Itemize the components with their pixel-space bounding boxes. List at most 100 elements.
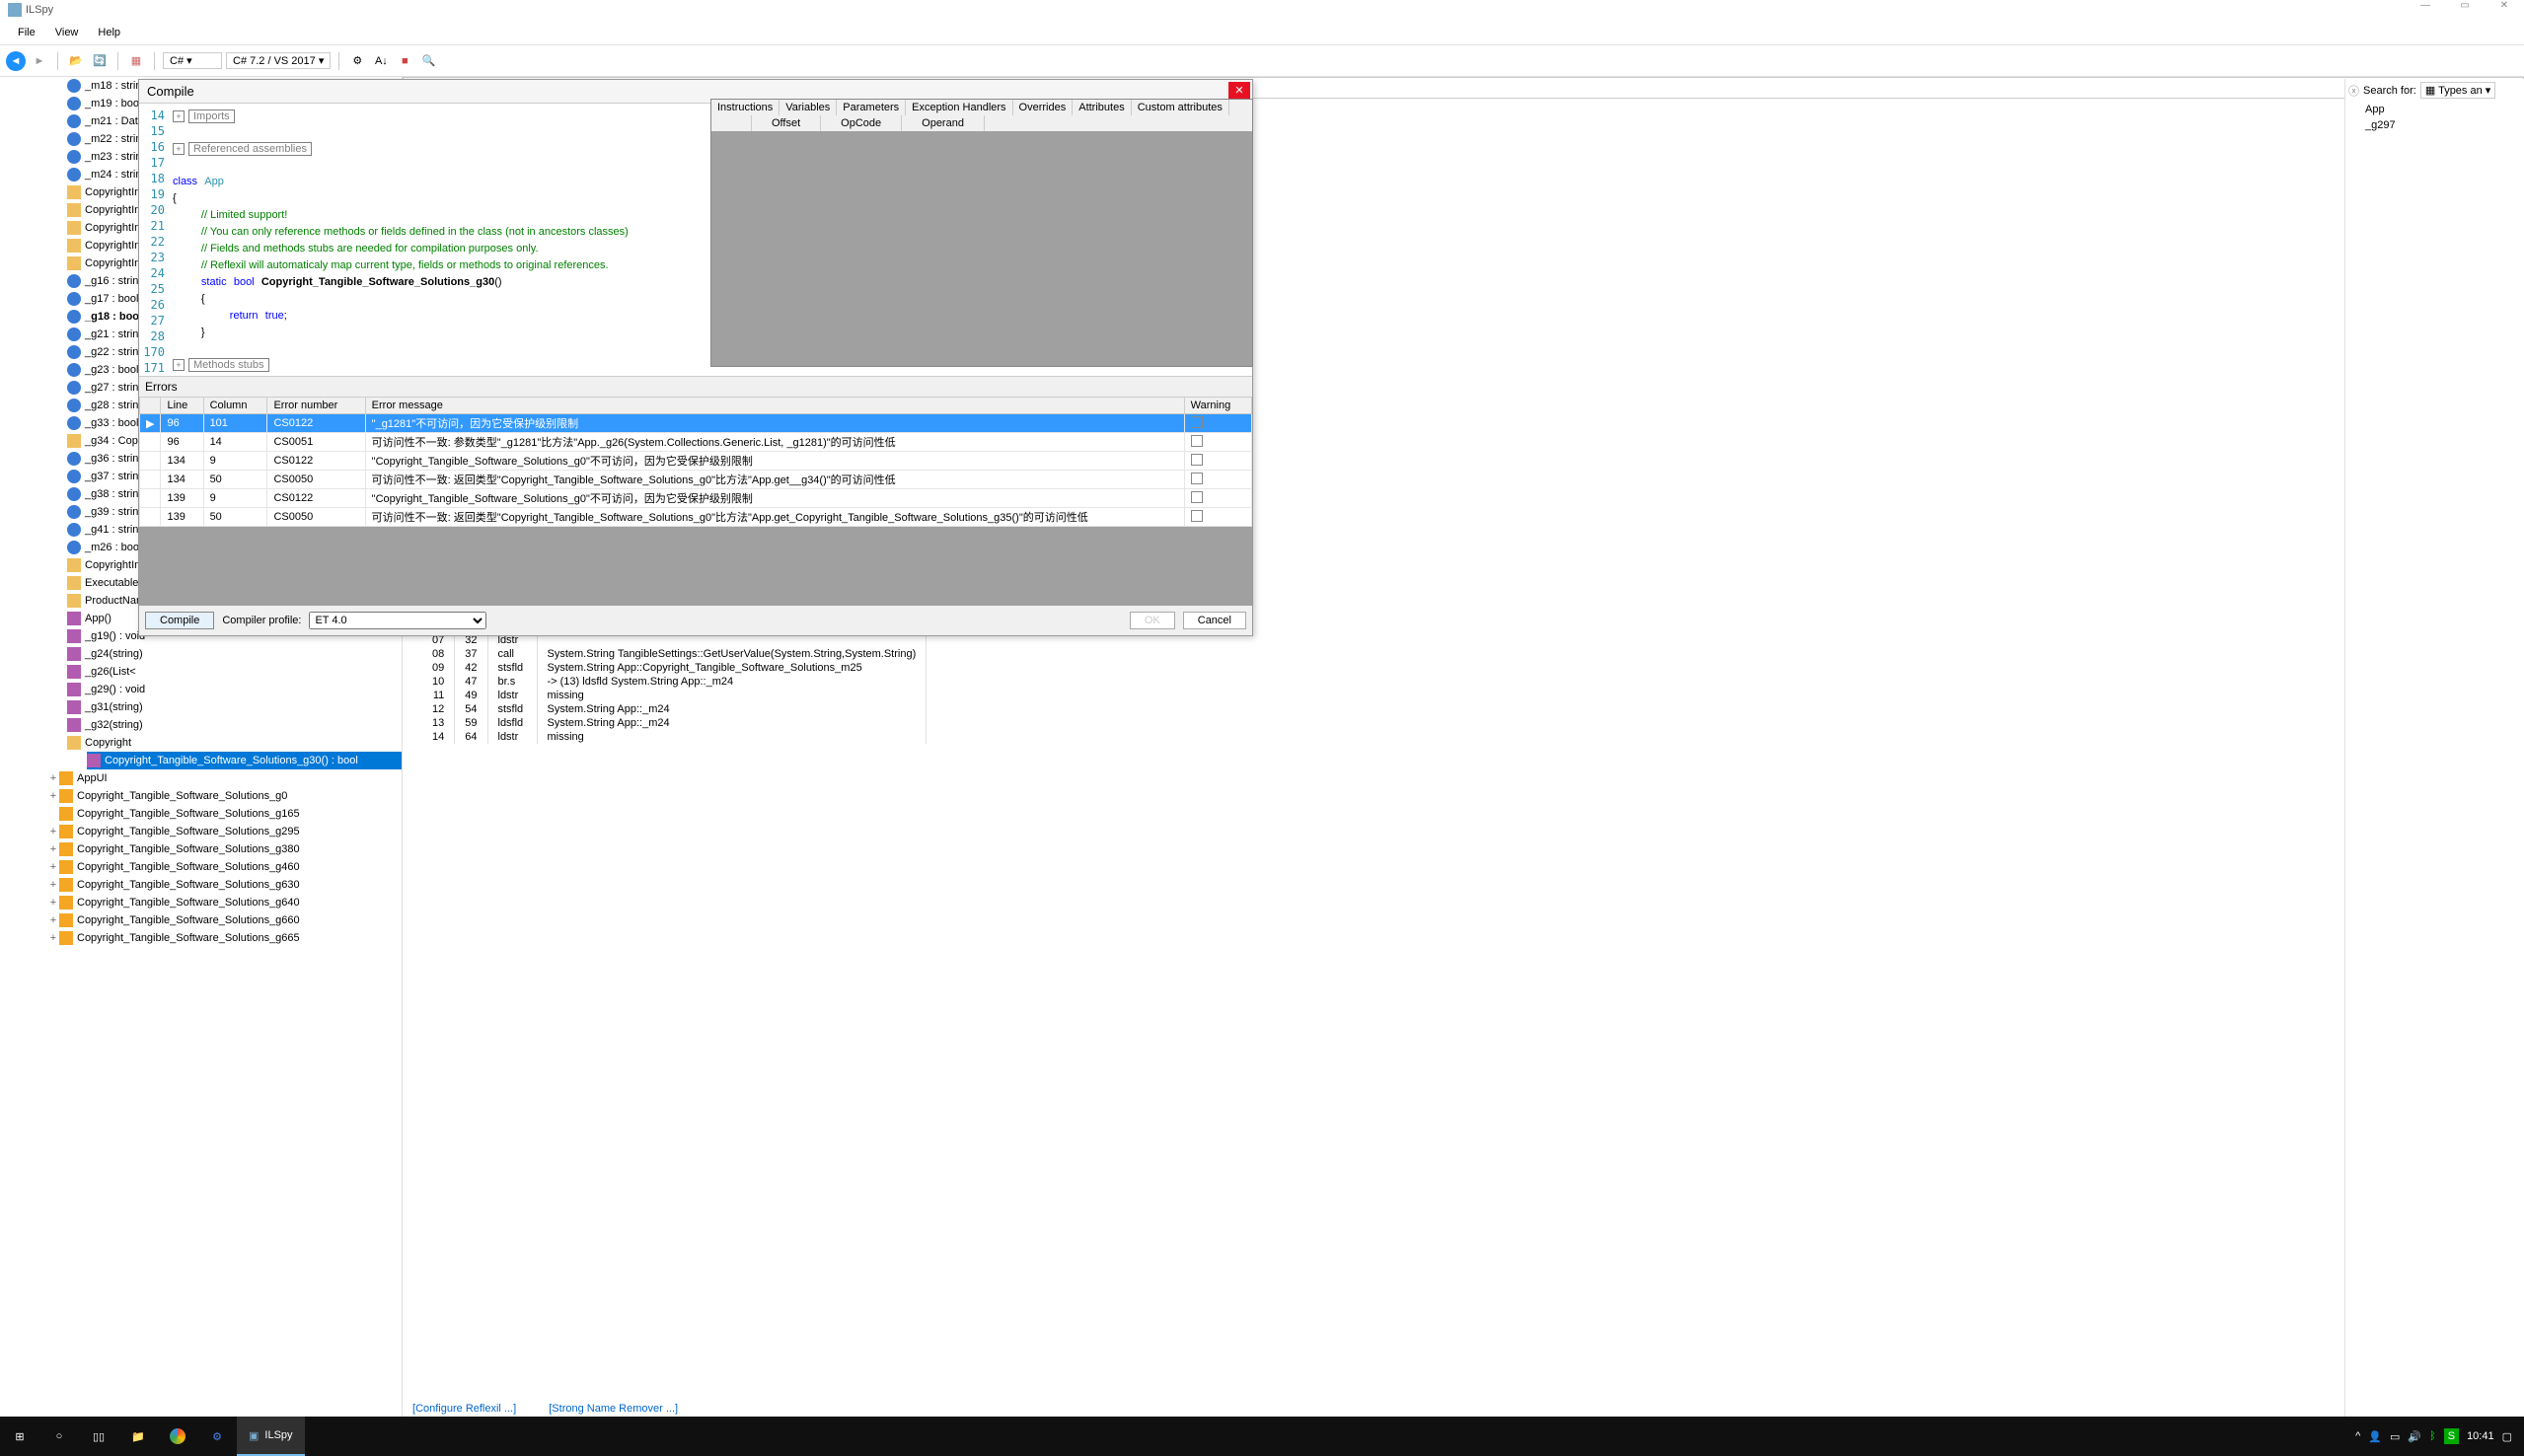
volume-icon[interactable]: 🔊 bbox=[2408, 1430, 2421, 1443]
warning-checkbox[interactable] bbox=[1191, 454, 1203, 466]
warning-checkbox[interactable] bbox=[1191, 491, 1203, 503]
refresh-icon[interactable]: 🔄 bbox=[90, 51, 110, 71]
tray-up-icon[interactable]: ^ bbox=[2355, 1430, 2360, 1442]
open-icon[interactable]: 📂 bbox=[66, 51, 86, 71]
assembly-icon[interactable]: ▦ bbox=[126, 51, 146, 71]
tree-item[interactable]: +Copyright_Tangible_Software_Solutions_g… bbox=[47, 787, 402, 805]
chrome-icon[interactable] bbox=[158, 1417, 197, 1456]
expander-icon[interactable]: + bbox=[47, 911, 59, 929]
expander-icon[interactable]: + bbox=[47, 840, 59, 858]
disasm-row[interactable]: 0837callSystem.String TangibleSettings::… bbox=[403, 647, 927, 661]
tree-item[interactable]: Copyright bbox=[67, 734, 402, 752]
disasm-row[interactable]: 0942stsfldSystem.String App::Copyright_T… bbox=[403, 661, 927, 675]
expander-icon[interactable]: + bbox=[47, 858, 59, 876]
collapse-imports-icon[interactable]: + bbox=[173, 110, 185, 122]
start-button[interactable]: ⊞ bbox=[0, 1417, 39, 1456]
back-button[interactable]: ◄ bbox=[6, 51, 26, 71]
il-tab[interactable]: Overrides bbox=[1013, 100, 1074, 115]
il-tab[interactable]: Instructions bbox=[711, 100, 779, 115]
search-result-item[interactable]: App bbox=[2345, 102, 2524, 117]
expander-icon[interactable]: + bbox=[47, 876, 59, 894]
forward-button[interactable]: ► bbox=[30, 51, 49, 71]
tree-item[interactable]: +Copyright_Tangible_Software_Solutions_g… bbox=[47, 911, 402, 929]
settings-icon[interactable]: ⚙ bbox=[197, 1417, 237, 1456]
expander-icon[interactable]: + bbox=[47, 929, 59, 947]
menu-view[interactable]: View bbox=[45, 24, 89, 41]
strong-name-remover-link[interactable]: Strong Name Remover ... bbox=[549, 1403, 678, 1415]
tree-item[interactable]: +Copyright_Tangible_Software_Solutions_g… bbox=[47, 823, 402, 840]
expander-icon[interactable]: + bbox=[47, 787, 59, 805]
collapse-references-icon[interactable]: + bbox=[173, 143, 185, 155]
warning-checkbox[interactable] bbox=[1191, 435, 1203, 447]
close-search-icon[interactable]: ⓧ bbox=[2348, 83, 2359, 99]
il-tab[interactable]: Custom attributes bbox=[1132, 100, 1229, 115]
minimize-button[interactable]: — bbox=[2406, 0, 2445, 18]
windows-taskbar[interactable]: ⊞ ○ ▯▯ 📁 ⚙ ▣ILSpy ^ 👤 ▭ 🔊 ᛒ S 10:41 ▢ bbox=[0, 1417, 2524, 1456]
stop-icon[interactable]: ■ bbox=[395, 51, 414, 71]
il-tabs[interactable]: InstructionsVariablesParametersException… bbox=[711, 100, 1252, 115]
gear-icon[interactable]: ⚙ bbox=[347, 51, 367, 71]
ime-icon[interactable]: S bbox=[2444, 1428, 2459, 1444]
tree-item[interactable]: +Copyright_Tangible_Software_Solutions_g… bbox=[47, 840, 402, 858]
disasm-row[interactable]: 1464ldstrmissing bbox=[403, 730, 927, 744]
tree-item[interactable]: _g32(string) bbox=[67, 716, 402, 734]
disasm-row[interactable]: 1254stsfldSystem.String App::_m24 bbox=[403, 702, 927, 716]
tree-item[interactable]: _g26(List< bbox=[67, 663, 402, 681]
compiler-profile-dropdown[interactable]: ET 4.0 bbox=[309, 612, 486, 629]
tree-item[interactable]: Copyright_Tangible_Software_Solutions_g1… bbox=[47, 805, 402, 823]
compile-button[interactable]: Compile bbox=[145, 612, 214, 629]
sort-icon[interactable]: A↓ bbox=[371, 51, 391, 71]
clock[interactable]: 10:41 bbox=[2467, 1430, 2494, 1442]
cortana-icon[interactable]: ○ bbox=[39, 1417, 79, 1456]
menu-help[interactable]: Help bbox=[88, 24, 130, 41]
tree-item-selected[interactable]: Copyright_Tangible_Software_Solutions_g3… bbox=[87, 752, 402, 769]
disasm-row[interactable]: 1149ldstrmissing bbox=[403, 689, 927, 702]
file-explorer-icon[interactable]: 📁 bbox=[118, 1417, 158, 1456]
notifications-icon[interactable]: ▢ bbox=[2502, 1430, 2512, 1443]
expander-icon[interactable]: + bbox=[47, 769, 59, 787]
close-button[interactable]: ✕ bbox=[2485, 0, 2524, 18]
tree-item[interactable]: +Copyright_Tangible_Software_Solutions_g… bbox=[47, 876, 402, 894]
expander-icon[interactable]: + bbox=[47, 823, 59, 840]
error-row[interactable]: 13450CS0050可访问性不一致: 返回类型"Copyright_Tangi… bbox=[140, 471, 1252, 489]
configure-reflexil-link[interactable]: Configure Reflexil ... bbox=[412, 1403, 516, 1415]
ilspy-taskbar-button[interactable]: ▣ILSpy bbox=[237, 1417, 305, 1456]
il-tab[interactable]: Attributes bbox=[1073, 100, 1131, 115]
tree-item[interactable]: _g31(string) bbox=[67, 698, 402, 716]
warning-checkbox[interactable] bbox=[1191, 416, 1203, 428]
task-view-icon[interactable]: ▯▯ bbox=[79, 1417, 118, 1456]
search-type-dropdown[interactable]: ▦ Types an ▾ bbox=[2420, 82, 2495, 99]
cancel-button[interactable]: Cancel bbox=[1183, 612, 1246, 629]
tree-item[interactable]: +Copyright_Tangible_Software_Solutions_g… bbox=[47, 858, 402, 876]
network-icon[interactable]: ▭ bbox=[2390, 1430, 2400, 1443]
tree-item[interactable]: +AppUI bbox=[47, 769, 402, 787]
warning-checkbox[interactable] bbox=[1191, 473, 1203, 484]
search-result-item[interactable]: _g297 bbox=[2345, 117, 2524, 133]
disasm-row[interactable]: 1359ldsfldSystem.String App::_m24 bbox=[403, 716, 927, 730]
language-version-dropdown[interactable]: C# 7.2 / VS 2017 ▾ bbox=[226, 52, 331, 69]
error-row[interactable]: 13950CS0050可访问性不一致: 返回类型"Copyright_Tangi… bbox=[140, 508, 1252, 527]
errors-table[interactable]: Line Column Error number Error message W… bbox=[139, 397, 1252, 527]
language-dropdown[interactable]: C# ▾ bbox=[163, 52, 222, 69]
tree-item[interactable]: _g24(string) bbox=[67, 645, 402, 663]
collapse-methods-stubs-icon[interactable]: + bbox=[173, 359, 185, 371]
expander-icon[interactable]: + bbox=[47, 894, 59, 911]
error-row[interactable]: 1399CS0122"Copyright_Tangible_Software_S… bbox=[140, 489, 1252, 508]
error-row[interactable]: 1349CS0122"Copyright_Tangible_Software_S… bbox=[140, 452, 1252, 471]
ok-button[interactable]: OK bbox=[1130, 612, 1175, 629]
people-icon[interactable]: 👤 bbox=[2368, 1430, 2382, 1443]
warning-checkbox[interactable] bbox=[1191, 510, 1203, 522]
il-tab[interactable]: Variables bbox=[779, 100, 837, 115]
error-row[interactable]: ▶96101CS0122"_g1281"不可访问，因为它受保护级别限制 bbox=[140, 414, 1252, 433]
search-icon[interactable]: 🔍 bbox=[418, 51, 438, 71]
tree-item[interactable]: _g29() : void bbox=[67, 681, 402, 698]
maximize-button[interactable]: ▭ bbox=[2445, 0, 2485, 18]
menu-file[interactable]: File bbox=[8, 24, 45, 41]
tree-item[interactable]: +Copyright_Tangible_Software_Solutions_g… bbox=[47, 929, 402, 947]
bluetooth-icon[interactable]: ᛒ bbox=[2429, 1430, 2436, 1442]
il-tab[interactable]: Parameters bbox=[837, 100, 906, 115]
disasm-row[interactable]: 1047br.s-> (13) ldsfld System.String App… bbox=[403, 675, 927, 689]
tree-item[interactable]: +Copyright_Tangible_Software_Solutions_g… bbox=[47, 894, 402, 911]
system-tray[interactable]: ^ 👤 ▭ 🔊 ᛒ S 10:41 ▢ bbox=[2355, 1428, 2524, 1444]
il-tab[interactable]: Exception Handlers bbox=[906, 100, 1012, 115]
